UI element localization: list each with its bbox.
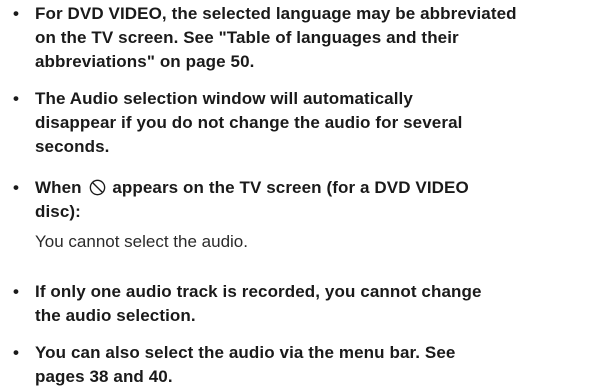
prohibit-icon: [89, 179, 105, 196]
note-line: When appears on the TV screen (for a DVD…: [35, 176, 607, 200]
note-item: • For DVD VIDEO, the selected language m…: [0, 2, 614, 74]
note-line: disc):: [35, 202, 81, 221]
note-item: • If only one audio track is recorded, y…: [0, 280, 614, 328]
note-text: For DVD VIDEO, the selected language may…: [35, 2, 607, 74]
note-line: The Audio selection window will automati…: [35, 89, 413, 108]
note-line: You can also select the audio via the me…: [35, 343, 456, 362]
bullet: •: [13, 178, 19, 197]
note-text: If only one audio track is recorded, you…: [35, 280, 607, 328]
note-text: The Audio selection window will automati…: [35, 87, 607, 159]
note-line: abbreviations" on page 50.: [35, 52, 255, 71]
note-line: If only one audio track is recorded, you…: [35, 282, 482, 301]
note-line: seconds.: [35, 137, 110, 156]
note-line-end: appears on the TV screen (for a DVD VIDE…: [112, 178, 469, 197]
note-text: You can also select the audio via the me…: [35, 341, 607, 389]
bullet: •: [13, 282, 19, 301]
bullet: •: [13, 343, 19, 362]
note-detail-text: You cannot select the audio.: [35, 232, 248, 251]
note-item: • You can also select the audio via the …: [0, 341, 614, 389]
note-line-start: When: [35, 178, 82, 197]
note-item: • When appears on the TV screen (for a D…: [0, 176, 614, 224]
note-line: disappear if you do not change the audio…: [35, 113, 463, 132]
note-line: on the TV screen. See "Table of language…: [35, 28, 459, 47]
note-item: • The Audio selection window will automa…: [0, 87, 614, 159]
bullet: •: [13, 89, 19, 108]
note-line: For DVD VIDEO, the selected language may…: [35, 4, 517, 23]
note-line: the audio selection.: [35, 306, 196, 325]
bullet: •: [13, 4, 19, 23]
note-text: When appears on the TV screen (for a DVD…: [35, 176, 607, 224]
note-line: pages 38 and 40.: [35, 367, 173, 386]
